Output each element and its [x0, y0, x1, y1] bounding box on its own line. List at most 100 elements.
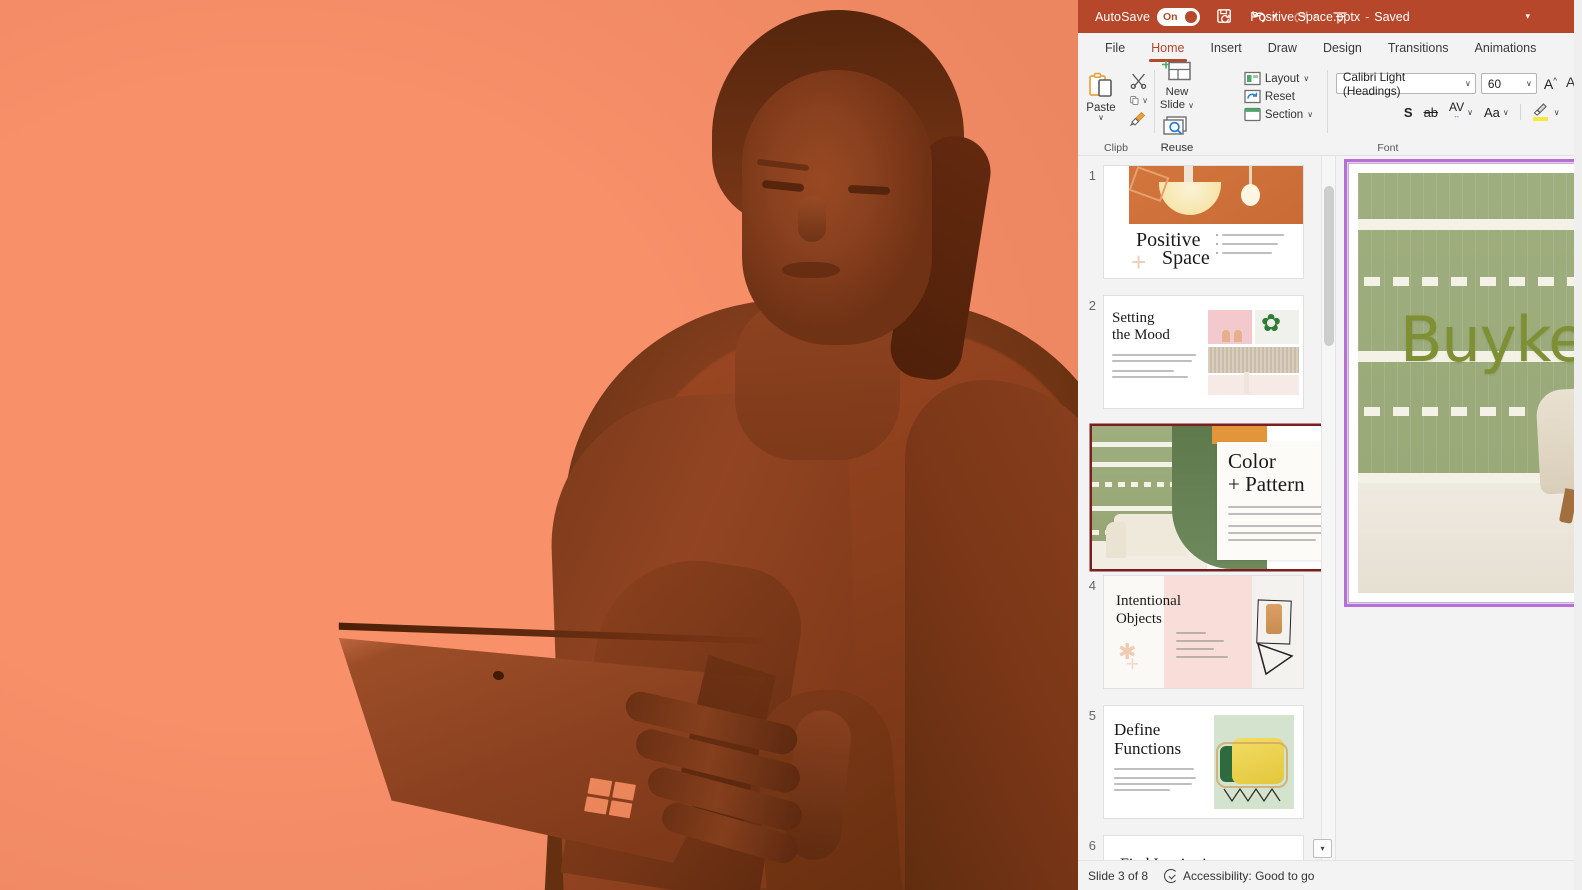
- screen: AutoSave On ▾ ▾ Positive Space.pptx - Sa…: [0, 0, 1582, 890]
- thumbnail-number-4: 4: [1088, 578, 1096, 593]
- thumbnail-scrollbar-thumb[interactable]: [1324, 186, 1334, 346]
- character-spacing-arrows-icon: ↔: [1453, 113, 1461, 120]
- ribbon-tabs: File Home Insert Draw Design Transitions…: [1078, 33, 1582, 64]
- slide-editor-pane[interactable]: Buykey: [1336, 156, 1582, 870]
- thumbnail-card-3[interactable]: Color + Pattern: [1092, 426, 1335, 569]
- paste-icon: [1086, 71, 1116, 101]
- strikethrough-button[interactable]: ab: [1424, 105, 1438, 120]
- work-area: 1 Positive Space + 2 Setting the Mood ✿ …: [1078, 156, 1582, 870]
- tab-insert[interactable]: Insert: [1198, 38, 1255, 60]
- format-painter-icon[interactable]: [1129, 111, 1148, 127]
- tab-draw[interactable]: Draw: [1255, 38, 1310, 60]
- copy-icon[interactable]: ∨: [1130, 92, 1148, 108]
- reset-label: Reset: [1264, 90, 1295, 103]
- background-photo: [0, 0, 1080, 890]
- thumbnail-card-5[interactable]: Define Functions: [1104, 706, 1303, 818]
- autosave-state-label: On: [1163, 10, 1178, 23]
- ribbon-group-clipboard: Paste ∨ ∨ Clipb: [1078, 64, 1154, 155]
- font-size-caret-icon[interactable]: ∨: [1526, 79, 1532, 88]
- scissors-icon[interactable]: [1130, 73, 1148, 90]
- highlight-caret-icon[interactable]: ∨: [1554, 108, 1560, 117]
- autosave-toggle-knob: [1185, 10, 1198, 23]
- thumbnail-title-2-line1: Setting: [1112, 310, 1155, 326]
- thumbnail-number-1: 1: [1088, 168, 1096, 183]
- text-shadow-button[interactable]: S: [1404, 105, 1413, 120]
- thumbnail-scrollbar[interactable]: [1321, 156, 1335, 870]
- document-title: Positive Space.pptx - Saved: [1250, 10, 1409, 24]
- new-slide-icon: [1161, 58, 1192, 86]
- accessibility-icon: [1164, 868, 1179, 883]
- thumbnail-card-1[interactable]: Positive Space +: [1104, 166, 1303, 278]
- thumbnail-slide-2[interactable]: 2 Setting the Mood ✿: [1078, 296, 1303, 408]
- save-state-label: Saved: [1374, 9, 1410, 24]
- font-name-caret-icon[interactable]: ∨: [1465, 79, 1471, 88]
- current-slide-canvas[interactable]: Buykey: [1344, 159, 1582, 607]
- thumbnail-card-4[interactable]: Intentional Objects ✱ +: [1104, 576, 1303, 688]
- thumbnail-slide-3[interactable]: 3 Color +: [1078, 426, 1335, 569]
- save-icon[interactable]: [1216, 7, 1235, 26]
- thumbnail-title-5-line1: Define: [1114, 720, 1161, 739]
- section-button[interactable]: Section ∨: [1244, 107, 1327, 122]
- scroll-down-button[interactable]: ▾: [1313, 839, 1332, 858]
- change-case-button[interactable]: Aa: [1484, 105, 1500, 120]
- thumbnail-title-4-line1: Intentional: [1116, 593, 1181, 609]
- paste-button[interactable]: Paste ∨: [1078, 69, 1124, 127]
- slide-overlay-text[interactable]: Buykey: [1400, 303, 1582, 376]
- character-spacing-caret-icon[interactable]: ∨: [1467, 108, 1473, 117]
- layout-caret-icon[interactable]: ∨: [1303, 74, 1309, 83]
- thumbnail-slide-4[interactable]: 4 Intentional Objects ✱ +: [1078, 576, 1303, 688]
- new-slide-label-2: Slide: [1159, 99, 1186, 111]
- thumbnail-title-4-line2: Objects: [1116, 611, 1162, 627]
- increase-font-size-icon[interactable]: A^: [1542, 76, 1559, 92]
- new-slide-caret-icon[interactable]: ∨: [1188, 101, 1194, 110]
- slide-thumbnail-pane[interactable]: 1 Positive Space + 2 Setting the Mood ✿ …: [1078, 156, 1336, 870]
- title-bar: AutoSave On ▾ ▾ Positive Space.pptx - Sa…: [1078, 0, 1582, 33]
- ribbon-body: Paste ∨ ∨ Clipb New Slide ∨ Reuse Layout…: [1078, 60, 1582, 167]
- accessibility-status[interactable]: Accessibility: Good to go: [1164, 868, 1315, 883]
- paste-caret-icon[interactable]: ∨: [1098, 114, 1104, 122]
- thumbnail-slide-1[interactable]: 1 Positive Space +: [1078, 166, 1303, 278]
- character-spacing-button[interactable]: AV ↔: [1449, 100, 1465, 122]
- slide-count-label[interactable]: Slide 3 of 8: [1088, 869, 1148, 883]
- tab-transitions[interactable]: Transitions: [1375, 38, 1462, 60]
- slide-artwork: [1358, 173, 1582, 593]
- section-icon: [1244, 107, 1261, 122]
- clipboard-group-label: Clipb: [1104, 142, 1128, 154]
- tab-animations[interactable]: Animations: [1462, 38, 1550, 60]
- font-name-value: Calibri Light (Headings): [1342, 69, 1406, 98]
- change-case-caret-icon[interactable]: ∨: [1503, 108, 1509, 117]
- section-caret-icon[interactable]: ∨: [1307, 110, 1313, 119]
- reset-button[interactable]: Reset: [1244, 89, 1327, 104]
- thumbnail-slide-5[interactable]: 5 Define Functions: [1078, 706, 1303, 818]
- reuse-slides-icon: [1162, 114, 1192, 142]
- tab-design[interactable]: Design: [1310, 38, 1375, 60]
- powerpoint-window: AutoSave On ▾ ▾ Positive Space.pptx - Sa…: [1078, 0, 1582, 890]
- layout-icon: [1244, 71, 1261, 86]
- layout-button[interactable]: Layout ∨: [1244, 71, 1327, 86]
- new-slide-label-1: New: [1165, 86, 1189, 98]
- status-bar: Slide 3 of 8 Accessibility: Good to go: [1078, 860, 1582, 890]
- autosave-toggle[interactable]: On: [1157, 7, 1201, 26]
- text-highlight-icon[interactable]: [1532, 103, 1549, 121]
- font-size-combobox[interactable]: 60 ∨: [1480, 73, 1537, 94]
- thumbnail-title-5-line2: Functions: [1114, 739, 1182, 758]
- new-slide-button[interactable]: New Slide ∨: [1155, 58, 1199, 112]
- character-spacing-label: AV: [1449, 100, 1465, 114]
- thumbnail-number-5: 5: [1088, 708, 1096, 723]
- font-size-value: 60: [1487, 76, 1502, 91]
- tab-home[interactable]: Home: [1138, 38, 1197, 62]
- document-name: Positive Space.pptx: [1250, 9, 1361, 24]
- copy-caret-icon[interactable]: ∨: [1142, 96, 1148, 105]
- window-right-edge: [1574, 0, 1582, 890]
- ribbon-group-slides: New Slide ∨ Reuse: [1155, 60, 1244, 167]
- autosave-label: AutoSave: [1095, 9, 1151, 24]
- thumbnail-card-2[interactable]: Setting the Mood ✿: [1104, 296, 1303, 408]
- layout-label: Layout: [1264, 72, 1300, 85]
- title-dropdown-caret-icon[interactable]: ▾: [1525, 11, 1530, 22]
- reuse-slides-label-1: Reuse: [1160, 142, 1194, 154]
- font-name-combobox[interactable]: Calibri Light (Headings) ∨: [1335, 70, 1476, 98]
- ribbon-group-font: Calibri Light (Headings) ∨ 60 ∨ A^ A˅: [1328, 64, 1582, 155]
- font-group-label: Font: [1377, 142, 1399, 154]
- tab-file[interactable]: File: [1092, 38, 1138, 60]
- accessibility-label: Accessibility: Good to go: [1183, 868, 1315, 883]
